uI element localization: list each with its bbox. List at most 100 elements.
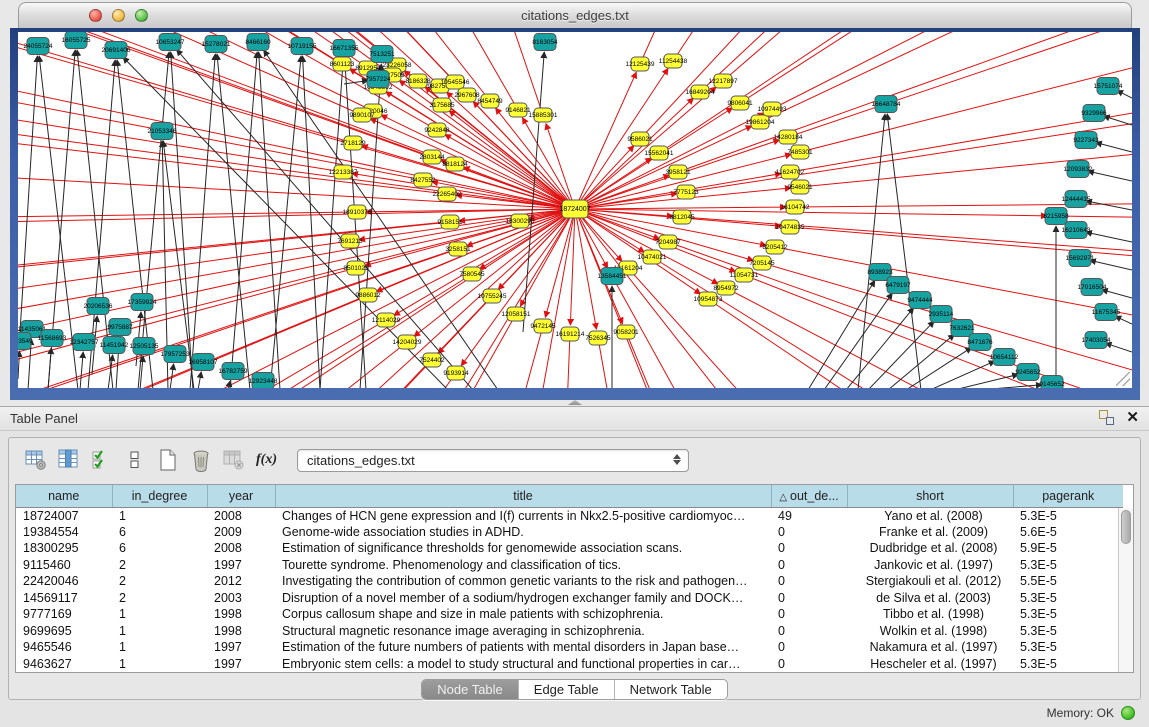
network-graph[interactable]: 1830029586011238912954232260589827509105… <box>18 32 1132 388</box>
node-table-body: 1872400712008Changes of HCN gene express… <box>16 507 1123 672</box>
close-panel-icon[interactable]: ✕ <box>1126 410 1139 425</box>
graph-edge[interactable] <box>217 54 250 388</box>
graph-edge[interactable] <box>1086 232 1132 242</box>
graph-edge[interactable] <box>1115 316 1132 324</box>
graph-edge[interactable] <box>1104 116 1132 125</box>
graph-node-label: 7632621 <box>949 325 975 332</box>
graph-edge[interactable] <box>538 209 575 388</box>
graph-edge[interactable] <box>445 134 575 209</box>
graph-edge[interactable] <box>515 334 570 388</box>
graph-edge[interactable] <box>190 54 215 388</box>
float-panel-icon[interactable] <box>1099 410 1114 425</box>
table-row[interactable]: 977716911998Corpus callosum shape and si… <box>16 606 1123 623</box>
graph-edge[interactable] <box>48 348 51 388</box>
function-builder-icon[interactable]: f(x) <box>256 452 277 468</box>
graph-edge[interactable] <box>744 275 1132 388</box>
graph-edge[interactable] <box>575 126 752 209</box>
graph-edge[interactable] <box>575 69 668 209</box>
graph-edge[interactable] <box>320 58 343 388</box>
column-header-out-degree[interactable]: △out_de... <box>771 485 847 507</box>
window-titlebar[interactable]: citations_edges.txt <box>18 2 1132 28</box>
graph-edge[interactable] <box>887 114 921 388</box>
graph-edge[interactable] <box>18 351 19 379</box>
graph-edge[interactable] <box>1088 171 1132 181</box>
table-cell: Wolkin et al. (1998) <box>847 623 1013 640</box>
graph-edge[interactable] <box>171 52 193 388</box>
panel-splitter[interactable] <box>0 398 1149 406</box>
graph-node-label: 15562041 <box>645 150 674 157</box>
graph-edge[interactable] <box>575 207 786 209</box>
table-row[interactable]: 969969511998Structural magnetic resonanc… <box>16 623 1123 640</box>
graph-edge[interactable] <box>1096 143 1132 152</box>
graph-edge[interactable] <box>772 32 1132 109</box>
splitter-handle[interactable] <box>568 400 582 405</box>
column-header-title[interactable]: title <box>275 485 771 507</box>
table-row[interactable]: 1938455462009Genome-wide association stu… <box>16 524 1123 541</box>
table-selector-dropdown[interactable]: citations_edges.txt <box>297 449 689 472</box>
table-cell: 2 <box>112 590 207 607</box>
graph-edge[interactable] <box>303 56 320 388</box>
graph-edge[interactable] <box>575 154 791 209</box>
graph-edge[interactable] <box>570 209 575 325</box>
table-row[interactable]: 946362711997Embryonic stem cells: a mode… <box>16 656 1123 673</box>
table-row[interactable]: 911546021997Tourette syndrome. Phenomeno… <box>16 557 1123 574</box>
window-resize-grip[interactable] <box>1116 372 1130 386</box>
tab-node-table[interactable]: Node Table <box>422 680 518 699</box>
table-row[interactable]: 946554611997Estimation of the future num… <box>16 639 1123 656</box>
graph-edge[interactable] <box>760 32 1132 122</box>
table-row[interactable]: 1872400712008Changes of HCN gene express… <box>16 507 1123 524</box>
table-cell: 9115460 <box>16 557 112 574</box>
delete-columns-icon[interactable] <box>186 445 216 475</box>
table-row[interactable]: 1456911722003Disruption of a novel membe… <box>16 590 1123 607</box>
graph-edge[interactable] <box>575 209 718 284</box>
graph-edge[interactable] <box>270 56 301 388</box>
tab-edge-table[interactable]: Edge Table <box>518 680 614 699</box>
show-columns-icon[interactable] <box>54 445 84 475</box>
table-scrollbar[interactable] <box>1118 508 1133 672</box>
graph-edge[interactable] <box>790 32 1132 172</box>
graph-edge[interactable] <box>808 281 875 388</box>
graph-edge[interactable] <box>723 32 1132 81</box>
table-options-icon[interactable] <box>21 445 51 475</box>
graph-edge[interactable] <box>612 276 1132 388</box>
graph-edge[interactable] <box>930 361 995 388</box>
graph-edge[interactable] <box>230 52 257 388</box>
table-type-tabs: Node Table Edge Table Network Table <box>421 679 728 700</box>
select-attributes-icon[interactable] <box>87 445 117 475</box>
graph-edge[interactable] <box>198 372 201 388</box>
table-row[interactable]: 2242004622012Investigating the contribut… <box>16 573 1123 590</box>
column-header-name[interactable]: name <box>16 485 112 507</box>
graph-edge[interactable] <box>673 32 1132 61</box>
graph-edge[interactable] <box>80 352 83 388</box>
graph-edge[interactable] <box>954 374 1018 388</box>
table-row[interactable]: 1830029562008Estimation of significance … <box>16 540 1123 557</box>
table-cell: 49 <box>771 507 847 524</box>
graph-edge[interactable] <box>906 347 972 388</box>
create-column-icon[interactable] <box>153 445 183 475</box>
column-header-year[interactable]: year <box>207 485 275 507</box>
graph-edge[interactable] <box>762 263 1132 388</box>
column-header-short[interactable]: short <box>847 485 1013 507</box>
column-header-pagerank[interactable]: pagerank <box>1013 485 1123 507</box>
table-scrollbar-thumb[interactable] <box>1121 510 1131 544</box>
column-header-in-degree[interactable]: in_degree <box>112 485 207 507</box>
table-cell: 14569117 <box>16 590 112 607</box>
graph-edge[interactable] <box>381 115 575 209</box>
graph-node-label: 8954972 <box>713 285 739 292</box>
graph-edge[interactable] <box>1090 260 1132 270</box>
graph-node-label: 7775123 <box>673 189 699 196</box>
graph-node-label: 11568693 <box>38 335 67 342</box>
graph-edge[interactable] <box>20 56 37 332</box>
memory-status-indicator[interactable] <box>1121 706 1135 720</box>
graph-edge[interactable] <box>790 227 1132 334</box>
tab-network-table[interactable]: Network Table <box>614 680 727 699</box>
graph-edge[interactable] <box>575 209 596 329</box>
table-mode-icon[interactable] <box>120 445 150 475</box>
graph-edge[interactable] <box>846 308 914 388</box>
network-canvas[interactable]: 1830029586011238912954232260589827509105… <box>18 32 1132 388</box>
graph-edge[interactable] <box>1105 343 1132 352</box>
graph-edge[interactable] <box>1086 201 1132 210</box>
graph-edge[interactable] <box>740 32 1132 103</box>
graph-edge[interactable] <box>668 242 1132 388</box>
graph-edge[interactable] <box>362 146 575 209</box>
